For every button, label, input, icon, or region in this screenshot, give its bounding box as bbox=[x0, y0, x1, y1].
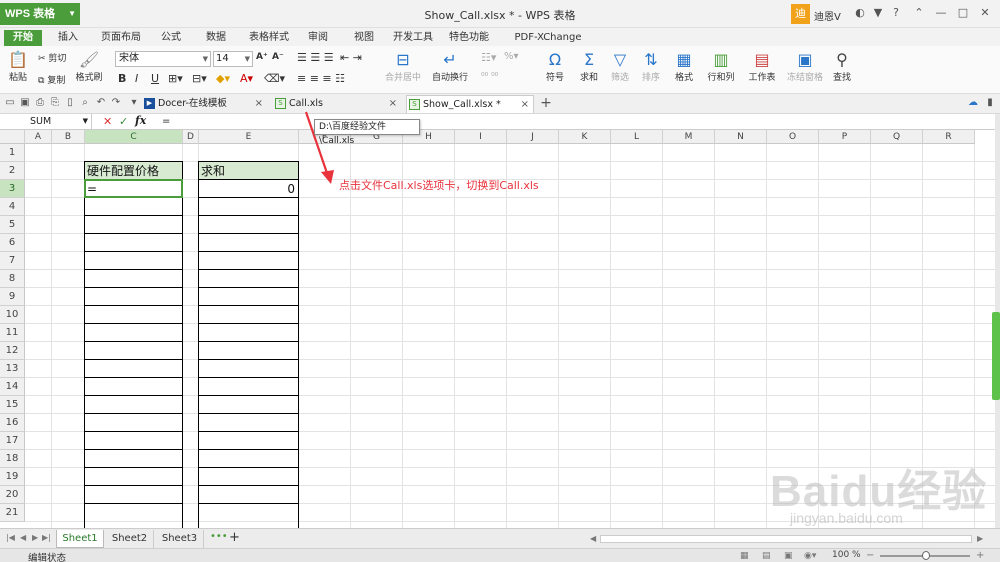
horizontal-scrollbar[interactable] bbox=[600, 535, 972, 543]
scroll-right-icon[interactable]: ▶ bbox=[977, 534, 983, 543]
last-sheet-icon[interactable]: ▶| bbox=[42, 533, 51, 542]
next-sheet-icon[interactable]: ▶ bbox=[32, 533, 38, 542]
wps-spreadsheet-window: WPS 表格 ▼ Show_Call.xlsx * - WPS 表格 迪 迪恩V … bbox=[0, 0, 1000, 562]
edit-mode-status: 编辑状态 bbox=[28, 553, 67, 562]
vertical-scroll-thumb[interactable] bbox=[992, 312, 1000, 400]
scroll-left-icon[interactable]: ◀ bbox=[590, 534, 596, 543]
status-bar: 编辑状态 ▦ ▤ ▣ ◉▾ 100 % − + bbox=[0, 548, 1000, 562]
more-sheets-icon[interactable]: ••• bbox=[210, 531, 228, 542]
prev-sheet-icon[interactable]: ◀ bbox=[20, 533, 26, 542]
add-sheet-button[interactable]: + bbox=[229, 530, 240, 545]
page-layout-view-icon[interactable]: ▤ bbox=[762, 551, 771, 561]
zoom-level[interactable]: 100 % bbox=[832, 550, 861, 560]
page-break-view-icon[interactable]: ▣ bbox=[784, 551, 793, 561]
zoom-slider-handle[interactable] bbox=[922, 551, 930, 560]
reading-mode-icon[interactable]: ◉▾ bbox=[804, 551, 816, 561]
arrow-head bbox=[321, 170, 334, 184]
baidu-watermark-url: jingyan.baidu.com bbox=[790, 510, 903, 526]
first-sheet-icon[interactable]: |◀ bbox=[6, 533, 15, 542]
sheet-tab-2[interactable]: Sheet2 bbox=[106, 530, 154, 548]
zoom-out-icon[interactable]: − bbox=[866, 550, 874, 561]
sheet-tab-3[interactable]: Sheet3 bbox=[156, 530, 204, 548]
normal-view-icon[interactable]: ▦ bbox=[740, 551, 749, 561]
zoom-in-icon[interactable]: + bbox=[976, 550, 984, 561]
annotation-text: 点击文件Call.xls选项卡，切换到Call.xls bbox=[339, 179, 539, 192]
tab-path-tooltip: D:\百度经验文件\Call.xls bbox=[314, 119, 420, 146]
sheet-tab-bar: |◀ ◀ ▶ ▶| Sheet1 Sheet2 Sheet3 ••• + ◀ ▶ bbox=[0, 528, 1000, 548]
sheet-tab-1[interactable]: Sheet1 bbox=[56, 530, 104, 548]
